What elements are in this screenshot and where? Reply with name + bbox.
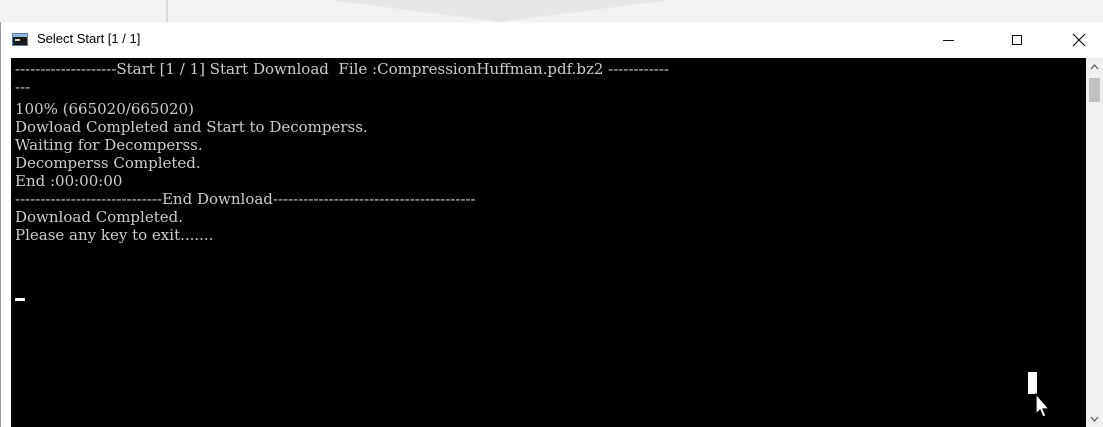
- console-line: --------------------Start [1 / 1] Start …: [15, 60, 669, 78]
- console-line: Dowload Completed and Start to Decompers…: [15, 118, 368, 136]
- console-output[interactable]: --------------------Start [1 / 1] Start …: [11, 58, 1086, 427]
- console-line: ---: [15, 78, 31, 96]
- console-line: -----------------------------End Downloa…: [15, 190, 476, 208]
- background-divider: [166, 0, 168, 22]
- console-line: 100% (665020/665020): [15, 100, 194, 118]
- title-bar[interactable]: Select Start [1 / 1]: [1, 22, 1103, 58]
- mouse-pointer-icon: [1028, 372, 1051, 418]
- chevron-down-icon: [1090, 416, 1099, 422]
- maximize-icon: [1012, 35, 1022, 45]
- console-line: Download Completed.: [15, 208, 183, 226]
- close-icon: [1072, 33, 1086, 47]
- minimize-icon: [942, 39, 954, 41]
- background-shape: [330, 0, 670, 22]
- console-line: Please any key to exit.......: [15, 226, 214, 244]
- scroll-thumb[interactable]: [1089, 78, 1100, 102]
- console-line: Decomperss Completed.: [15, 154, 201, 172]
- console-window-icon[interactable]: [12, 33, 28, 46]
- minimize-button[interactable]: [925, 22, 971, 58]
- close-button[interactable]: [1056, 22, 1102, 58]
- scroll-up-button[interactable]: [1086, 58, 1103, 75]
- text-cursor: [15, 298, 25, 301]
- maximize-button[interactable]: [994, 22, 1040, 58]
- console-line: End :00:00:00: [15, 172, 123, 190]
- background-window-strip: [0, 0, 1103, 22]
- scroll-down-button[interactable]: [1086, 410, 1103, 427]
- vertical-scrollbar[interactable]: [1086, 58, 1103, 427]
- console-line: Waiting for Decomperss.: [15, 136, 203, 154]
- window-title: Select Start [1 / 1]: [37, 31, 141, 46]
- chevron-up-icon: [1090, 63, 1099, 69]
- console-window: Select Start [1 / 1] -------------------…: [0, 22, 1103, 427]
